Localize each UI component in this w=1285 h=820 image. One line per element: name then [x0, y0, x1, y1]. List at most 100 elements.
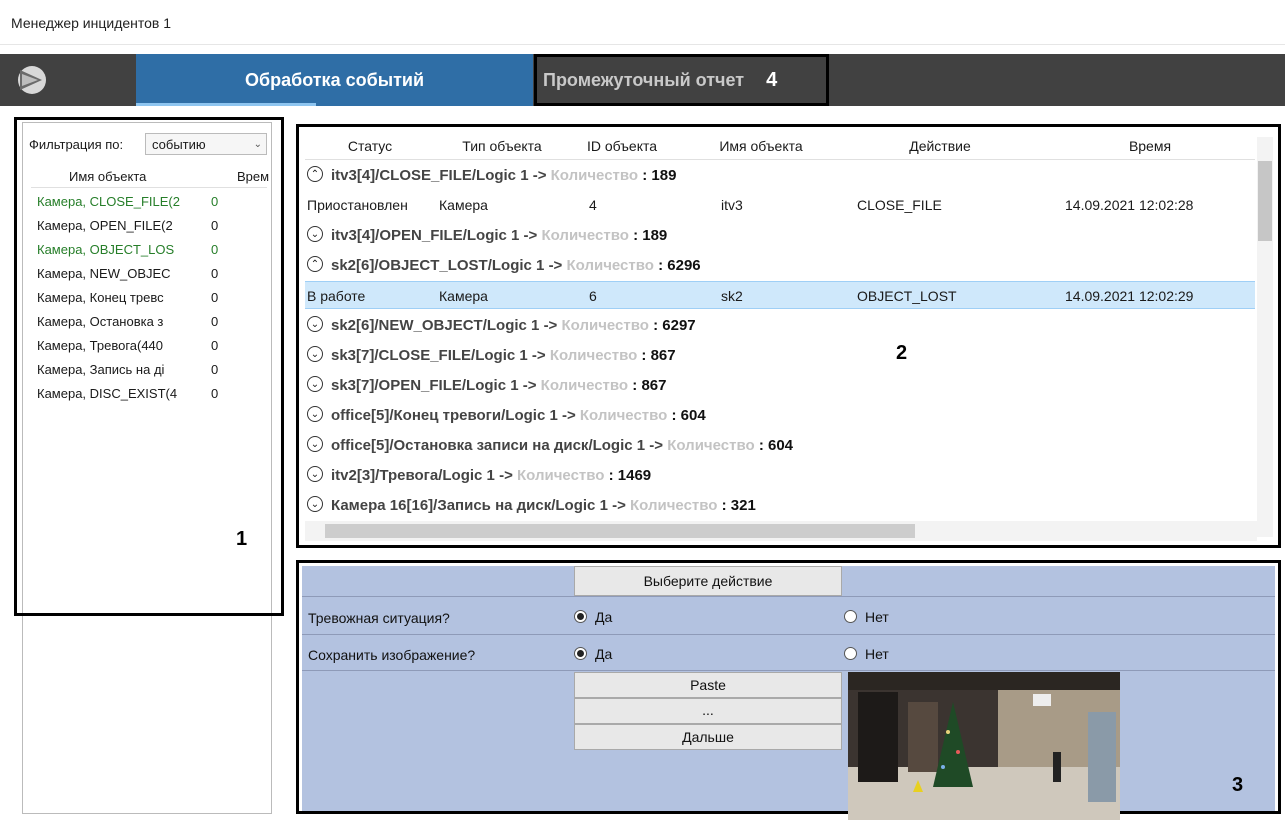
- event-group-name: office[5]/Остановка записи на диск/Logic…: [331, 437, 646, 454]
- event-group-name: itv3[4]/OPEN_FILE/Logic 1: [331, 227, 520, 244]
- table-cell-status: В работе: [307, 288, 366, 304]
- quantity-label: Количество: [549, 347, 638, 364]
- save-yes-radio[interactable]: Да: [574, 646, 612, 662]
- chevron-down-icon[interactable]: ⌄: [307, 496, 323, 512]
- play-logo-icon[interactable]: [8, 62, 66, 98]
- event-group-row[interactable]: ⌄ itv3[4]/OPEN_FILE/Logic 1 -> Количество…: [305, 221, 1255, 251]
- divider: [302, 634, 1275, 635]
- event-group-name: sk2[6]/OBJECT_LOST/Logic 1: [331, 257, 545, 274]
- event-group-row[interactable]: ⌄ sk3[7]/CLOSE_FILE/Logic 1 -> Количество…: [305, 341, 1255, 371]
- event-group-row[interactable]: ⌄ office[5]/Конец тревоги/Logic 1 -> Коли…: [305, 401, 1255, 431]
- event-group-name: sk2[6]/NEW_OBJECT/Logic 1: [331, 317, 540, 334]
- chevron-up-icon[interactable]: ⌃: [307, 256, 323, 272]
- event-group-row[interactable]: ⌄ sk3[7]/OPEN_FILE/Logic 1 -> Количество …: [305, 371, 1255, 401]
- vertical-scroll-thumb[interactable]: [1258, 161, 1272, 241]
- event-group-name: itv3[4]/CLOSE_FILE/Logic 1: [331, 167, 529, 184]
- event-group-label: itv2[3]/Тревога/Logic 1 -> Количество : …: [331, 467, 652, 484]
- column-header[interactable]: ID объекта: [567, 138, 677, 154]
- quantity-value: 6297: [662, 317, 696, 334]
- quantity-label: Количество: [630, 497, 718, 513]
- chevron-down-icon[interactable]: ⌄: [307, 226, 323, 242]
- quantity-label: Количество: [667, 437, 755, 454]
- event-group-row[interactable]: ⌃ sk2[6]/OBJECT_LOST/Logic 1 -> Количеств…: [305, 251, 1255, 281]
- next-button[interactable]: Дальше: [574, 724, 842, 750]
- chevron-down-icon[interactable]: ⌄: [307, 346, 323, 362]
- quantity-value: 189: [651, 167, 677, 184]
- save-no-radio[interactable]: Нет: [844, 646, 889, 662]
- arrow-text: ->: [548, 257, 563, 274]
- alarm-yes-radio[interactable]: Да: [574, 609, 612, 625]
- vertical-scrollbar[interactable]: [1257, 137, 1273, 537]
- column-header[interactable]: Тип объекта: [443, 138, 561, 154]
- camera-snapshot-image: [848, 672, 1120, 820]
- column-header[interactable]: Имя объекта: [691, 138, 831, 154]
- event-group-label: Камера 16[16]/Запись на диск/Logic 1 -> …: [331, 497, 756, 513]
- chevron-up-icon[interactable]: ⌃: [307, 166, 323, 182]
- chevron-down-icon[interactable]: ⌄: [307, 376, 323, 392]
- active-tab-underline: [136, 103, 316, 106]
- table-row[interactable]: В работе Камера 6 sk2 OBJECT_LOST 14.09.2021 …: [305, 281, 1255, 309]
- events-panel: Статус Тип объекта ID объекта Имя объекта Де…: [296, 124, 1281, 548]
- paste-button[interactable]: Paste: [574, 672, 842, 698]
- arrow-text: ->: [649, 437, 664, 454]
- event-group-label: office[5]/Остановка записи на диск/Logic…: [331, 437, 794, 454]
- events-table: Статус Тип объекта ID объекта Имя объекта Де…: [305, 133, 1255, 513]
- quantity-value: 604: [680, 407, 706, 424]
- event-group-row[interactable]: ⌄ office[5]/Остановка записи на диск/Logi…: [305, 431, 1255, 461]
- table-cell-type: Камера: [439, 288, 488, 304]
- chevron-down-icon[interactable]: ⌄: [307, 466, 323, 482]
- event-group-row[interactable]: ⌄ Камера 16[16]/Запись на диск/Logic 1 ->…: [305, 491, 1255, 513]
- arrow-text: ->: [499, 467, 513, 484]
- table-cell-action: CLOSE_FILE: [857, 197, 942, 213]
- table-row[interactable]: Приостановлен Камера 4 itv3 CLOSE_FILE 14.09.…: [305, 191, 1255, 219]
- tab-intermediate-report[interactable]: Промежуточный отчет 4: [534, 54, 829, 106]
- table-cell-type: Камера: [439, 197, 488, 213]
- annotation-marker-3: 3: [1232, 774, 1244, 796]
- table-cell-time: 14.09.2021 12:02:29: [1065, 288, 1194, 304]
- event-group-name: itv2[3]/Тревога/Logic 1: [331, 467, 495, 484]
- alarm-question-label: Тревожная ситуация?: [308, 610, 450, 626]
- chevron-down-icon[interactable]: ⌄: [307, 316, 323, 332]
- quantity-value: 867: [641, 377, 667, 394]
- arrow-text: ->: [543, 317, 558, 334]
- event-group-label: sk2[6]/OBJECT_LOST/Logic 1 -> Количество…: [331, 257, 701, 274]
- annotation-marker-2: 2: [896, 342, 908, 364]
- event-group-row[interactable]: ⌄ sk2[6]/NEW_OBJECT/Logic 1 -> Количество…: [305, 311, 1255, 341]
- column-header[interactable]: Действие: [835, 138, 1045, 154]
- event-group-name: Камера 16[16]/Запись на диск/Logic 1: [331, 497, 608, 513]
- horizontal-scrollbar[interactable]: [305, 521, 1257, 541]
- event-group-name: sk3[7]/CLOSE_FILE/Logic 1: [331, 347, 528, 364]
- tab-event-processing[interactable]: Обработка событий: [136, 54, 533, 106]
- table-cell-action: OBJECT_LOST: [857, 288, 957, 304]
- table-cell-status: Приостановлен: [307, 197, 408, 213]
- quantity-value: 321: [730, 497, 756, 513]
- radio-dot-icon: [844, 610, 857, 623]
- table-cell-id: 6: [589, 288, 597, 304]
- column-header[interactable]: Время: [1045, 138, 1255, 154]
- event-group-label: sk3[7]/CLOSE_FILE/Logic 1 -> Количество …: [331, 347, 676, 364]
- alarm-no-label: Нет: [865, 609, 889, 625]
- annotation-marker-4: 4: [766, 68, 778, 91]
- quantity-label: Количество: [566, 257, 654, 274]
- event-group-label: itv3[4]/CLOSE_FILE/Logic 1 -> Количество…: [331, 167, 677, 184]
- chevron-down-icon[interactable]: ⌄: [307, 406, 323, 422]
- column-header[interactable]: Статус: [315, 138, 425, 154]
- select-action-button[interactable]: Выберите действие: [574, 566, 842, 596]
- main-toolbar: Обработка событий Промежуточный отчет 4: [0, 54, 1285, 106]
- tab-intermediate-report-label: Промежуточный отчет: [543, 69, 745, 90]
- annotation-marker-1: 1: [236, 528, 248, 550]
- arrow-text: ->: [532, 167, 547, 184]
- ellipsis-button[interactable]: ...: [574, 698, 842, 724]
- divider: [302, 596, 1275, 597]
- divider: [302, 670, 1275, 671]
- table-cell-time: 14.09.2021 12:02:28: [1065, 197, 1194, 213]
- chevron-down-icon[interactable]: ⌄: [307, 436, 323, 452]
- action-panel-background: Выберите действие Тревожная ситуация? Да…: [302, 566, 1275, 820]
- alarm-no-radio[interactable]: Нет: [844, 609, 889, 625]
- event-group-row[interactable]: ⌃ itv3[4]/CLOSE_FILE/Logic 1 -> Количеств…: [305, 161, 1255, 191]
- quantity-label: Количество: [550, 167, 639, 184]
- arrow-text: ->: [522, 377, 537, 394]
- horizontal-scroll-thumb[interactable]: [325, 524, 915, 538]
- event-group-row[interactable]: ⌄ itv2[3]/Тревога/Logic 1 -> Количество :…: [305, 461, 1255, 491]
- radio-dot-icon: [844, 647, 857, 660]
